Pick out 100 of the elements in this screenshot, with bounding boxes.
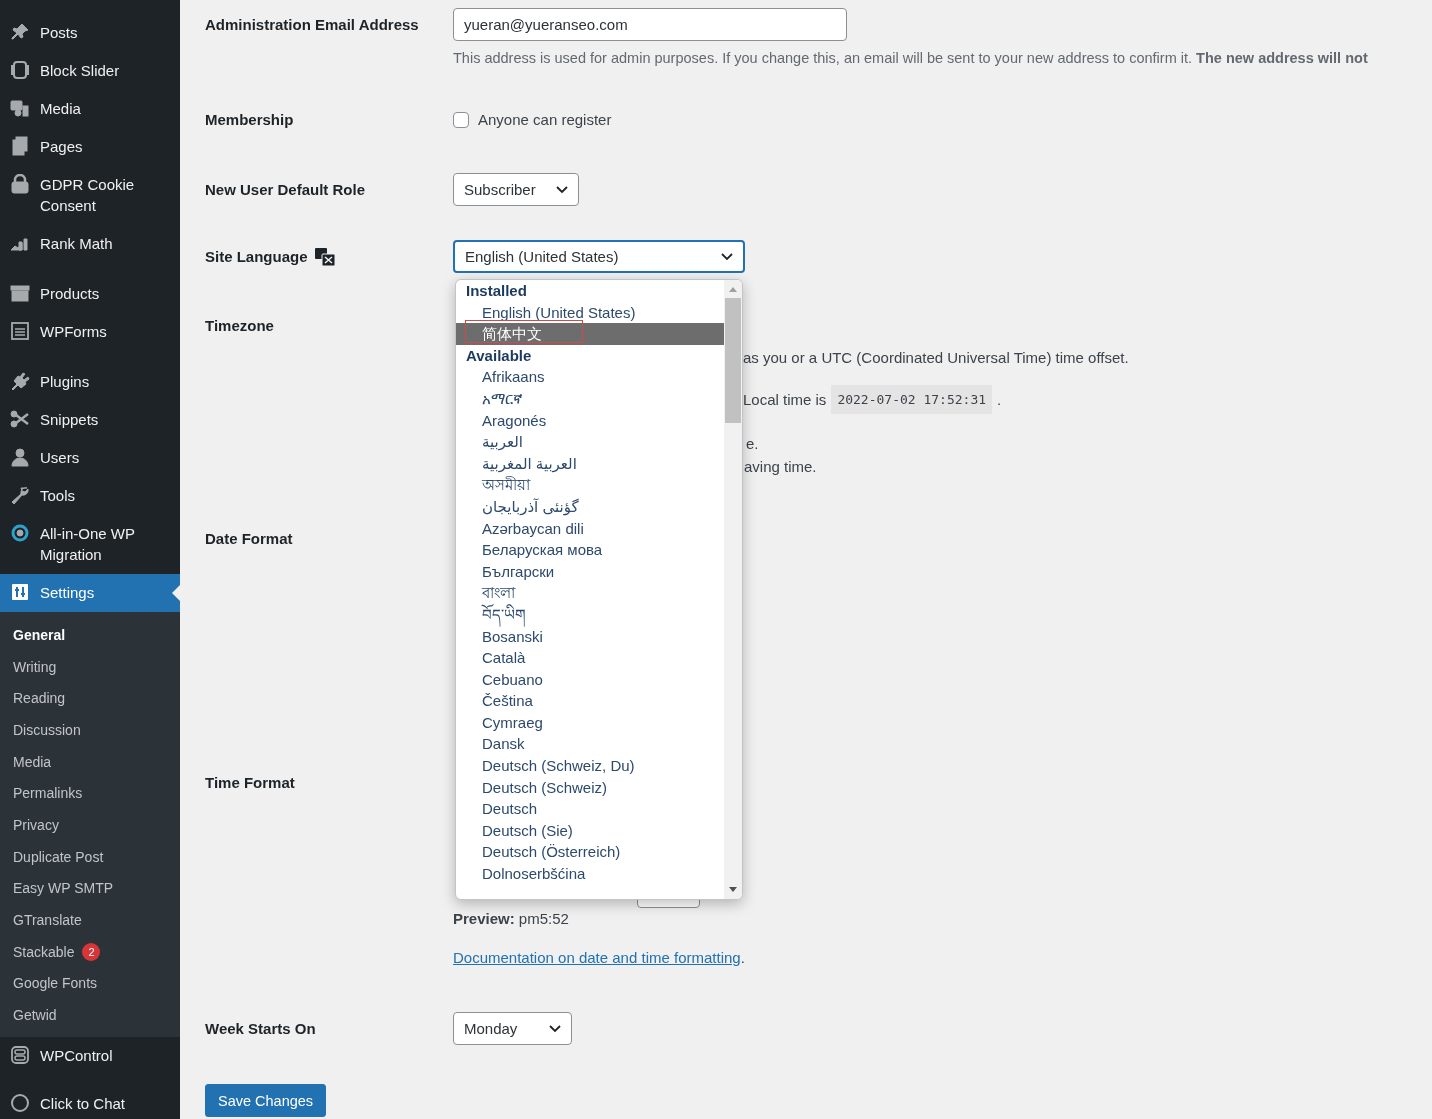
setting-label: Date Format: [205, 530, 293, 547]
setting-label: Timezone: [205, 317, 274, 334]
language-option[interactable]: አማርኛ: [456, 387, 724, 410]
sliders-icon: [10, 582, 30, 602]
timezone-note: aving time.: [744, 457, 818, 477]
local-time-value: 2022-07-02 17:52:31: [831, 385, 993, 414]
language-option[interactable]: گؤنئی آذربایجان: [456, 495, 724, 518]
lock-icon: [10, 174, 30, 194]
sidebar-item[interactable]: Media: [0, 90, 180, 128]
sidebar-item[interactable]: GDPR Cookie Consent: [0, 166, 180, 225]
pages-icon: [10, 136, 30, 156]
sidebar-item[interactable]: Plugins: [0, 363, 180, 401]
submenu-item[interactable]: General: [0, 619, 180, 651]
option-group-label: Installed: [465, 281, 528, 301]
setting-label: Week Starts On: [205, 1020, 316, 1037]
language-option[interactable]: English (United States): [456, 301, 724, 324]
submenu-item[interactable]: Media: [0, 745, 180, 778]
submenu-item[interactable]: Privacy: [0, 809, 180, 841]
media-icon: [10, 98, 30, 118]
language-option[interactable]: Deutsch (Schweiz): [456, 776, 724, 799]
setting-label: Site Language: [205, 248, 308, 265]
dropdown-select[interactable]: Subscriber: [453, 173, 579, 206]
scrollbar-thumb[interactable]: [725, 298, 741, 423]
language-option[interactable]: Cebuano: [456, 668, 724, 691]
scissors-icon: [10, 409, 30, 429]
user-icon: [10, 447, 30, 467]
time-preview: Preview: pm5:52: [453, 909, 570, 929]
setting-label: Membership: [205, 111, 294, 128]
slider-icon: [10, 60, 30, 80]
documentation-link[interactable]: Documentation on date and time formatting: [453, 949, 741, 966]
save-changes-button[interactable]: Save Changes: [205, 1084, 327, 1117]
language-option[interactable]: বাংলা: [456, 582, 724, 604]
language-option[interactable]: অসমীয়া: [456, 474, 724, 496]
scrollbar[interactable]: [724, 280, 742, 899]
scroll-down-icon[interactable]: [728, 887, 738, 893]
language-option[interactable]: Dansk: [456, 733, 724, 756]
translate-icon: [313, 246, 336, 267]
sidebar-item[interactable]: Rank Math: [0, 225, 180, 263]
timezone-note: e.: [746, 434, 760, 454]
box-icon: [10, 283, 30, 303]
submenu-item[interactable]: Reading: [0, 682, 180, 715]
sidebar-item[interactable]: Snippets: [0, 401, 180, 439]
language-option[interactable]: Deutsch: [456, 798, 724, 820]
language-option[interactable]: Aragonés: [456, 409, 724, 432]
language-option[interactable]: Cymraeg: [456, 711, 724, 734]
sidebar-item[interactable]: Pages: [0, 128, 180, 166]
language-option[interactable]: བོད་ཡིག: [456, 603, 724, 626]
wrench-icon: [10, 485, 30, 505]
sidebar-item[interactable]: Block Slider: [0, 52, 180, 90]
setting-label: Time Format: [205, 774, 295, 791]
language-option[interactable]: Català: [456, 647, 724, 669]
language-option[interactable]: العربية المغربية: [456, 452, 724, 475]
submenu-item[interactable]: Writing: [0, 650, 180, 683]
plug-icon: [10, 371, 30, 391]
language-option[interactable]: 简体中文: [456, 323, 724, 345]
language-option[interactable]: Čeština: [456, 690, 724, 712]
sidebar-item[interactable]: Users: [0, 439, 180, 477]
language-option[interactable]: Беларуская мова: [456, 539, 724, 561]
chevron-down-icon: [549, 1024, 561, 1033]
submenu-item[interactable]: Stackable 2: [0, 935, 180, 968]
sidebar-item[interactable]: WPControl: [0, 1036, 180, 1075]
scroll-up-icon[interactable]: [728, 286, 738, 292]
submenu-item[interactable]: Getwid: [0, 999, 180, 1031]
submenu-item[interactable]: Permalinks: [0, 777, 180, 810]
setting-label: Administration Email Address: [205, 16, 419, 33]
language-option[interactable]: Dolnoserbšćina: [456, 863, 724, 885]
sidebar-item[interactable]: All-in-One WP Migration: [0, 515, 180, 574]
form-icon: [10, 321, 30, 341]
submenu-item[interactable]: Duplicate Post: [0, 840, 180, 873]
chevron-down-icon: [555, 185, 568, 194]
submenu-item[interactable]: Discussion: [0, 714, 180, 746]
dropdown-select[interactable]: Monday: [453, 1012, 572, 1045]
sidebar-item[interactable]: Click to Chat: [0, 1074, 180, 1119]
sidebar-item[interactable]: WPForms: [0, 313, 180, 351]
timezone-note: as you or a UTC (Coordinated Universal Time) time offset.: [743, 348, 1130, 368]
field-description: This address is used for admin purposes. If you change this, an email will be sent to your new address to confirm it. The new address will not: [453, 49, 1369, 68]
language-option[interactable]: Deutsch (Sie): [456, 819, 724, 842]
language-option[interactable]: Azərbaycan dili: [456, 517, 724, 540]
language-option[interactable]: Deutsch (Schweiz, Du): [456, 755, 724, 777]
sidebar-item[interactable]: Products: [0, 275, 180, 313]
language-option[interactable]: Български: [456, 560, 724, 583]
setting-label: New User Default Role: [205, 181, 366, 198]
count-badge: 2: [82, 942, 101, 961]
email-field[interactable]: yueran@yueranseo.com: [453, 8, 847, 41]
submenu-item[interactable]: Google Fonts: [0, 967, 180, 1000]
control-icon: [10, 1044, 30, 1065]
pin-icon: [10, 22, 30, 42]
submenu-item[interactable]: Easy WP SMTP: [0, 872, 180, 905]
ring-icon: [10, 523, 30, 543]
language-option[interactable]: Afrikaans: [456, 366, 724, 388]
language-option[interactable]: العربية: [456, 431, 724, 453]
option-group-label: Available: [465, 345, 533, 366]
language-select[interactable]: English (United States): [453, 240, 745, 273]
sidebar-item[interactable]: Settings: [0, 574, 180, 612]
submenu-item[interactable]: GTranslate: [0, 904, 180, 936]
checkbox[interactable]: [453, 111, 469, 128]
sidebar-item[interactable]: Tools: [0, 477, 180, 515]
punctuation-text: .: [740, 949, 745, 966]
language-option[interactable]: Deutsch (Österreich): [456, 841, 724, 864]
sidebar-item[interactable]: Posts: [0, 14, 180, 52]
